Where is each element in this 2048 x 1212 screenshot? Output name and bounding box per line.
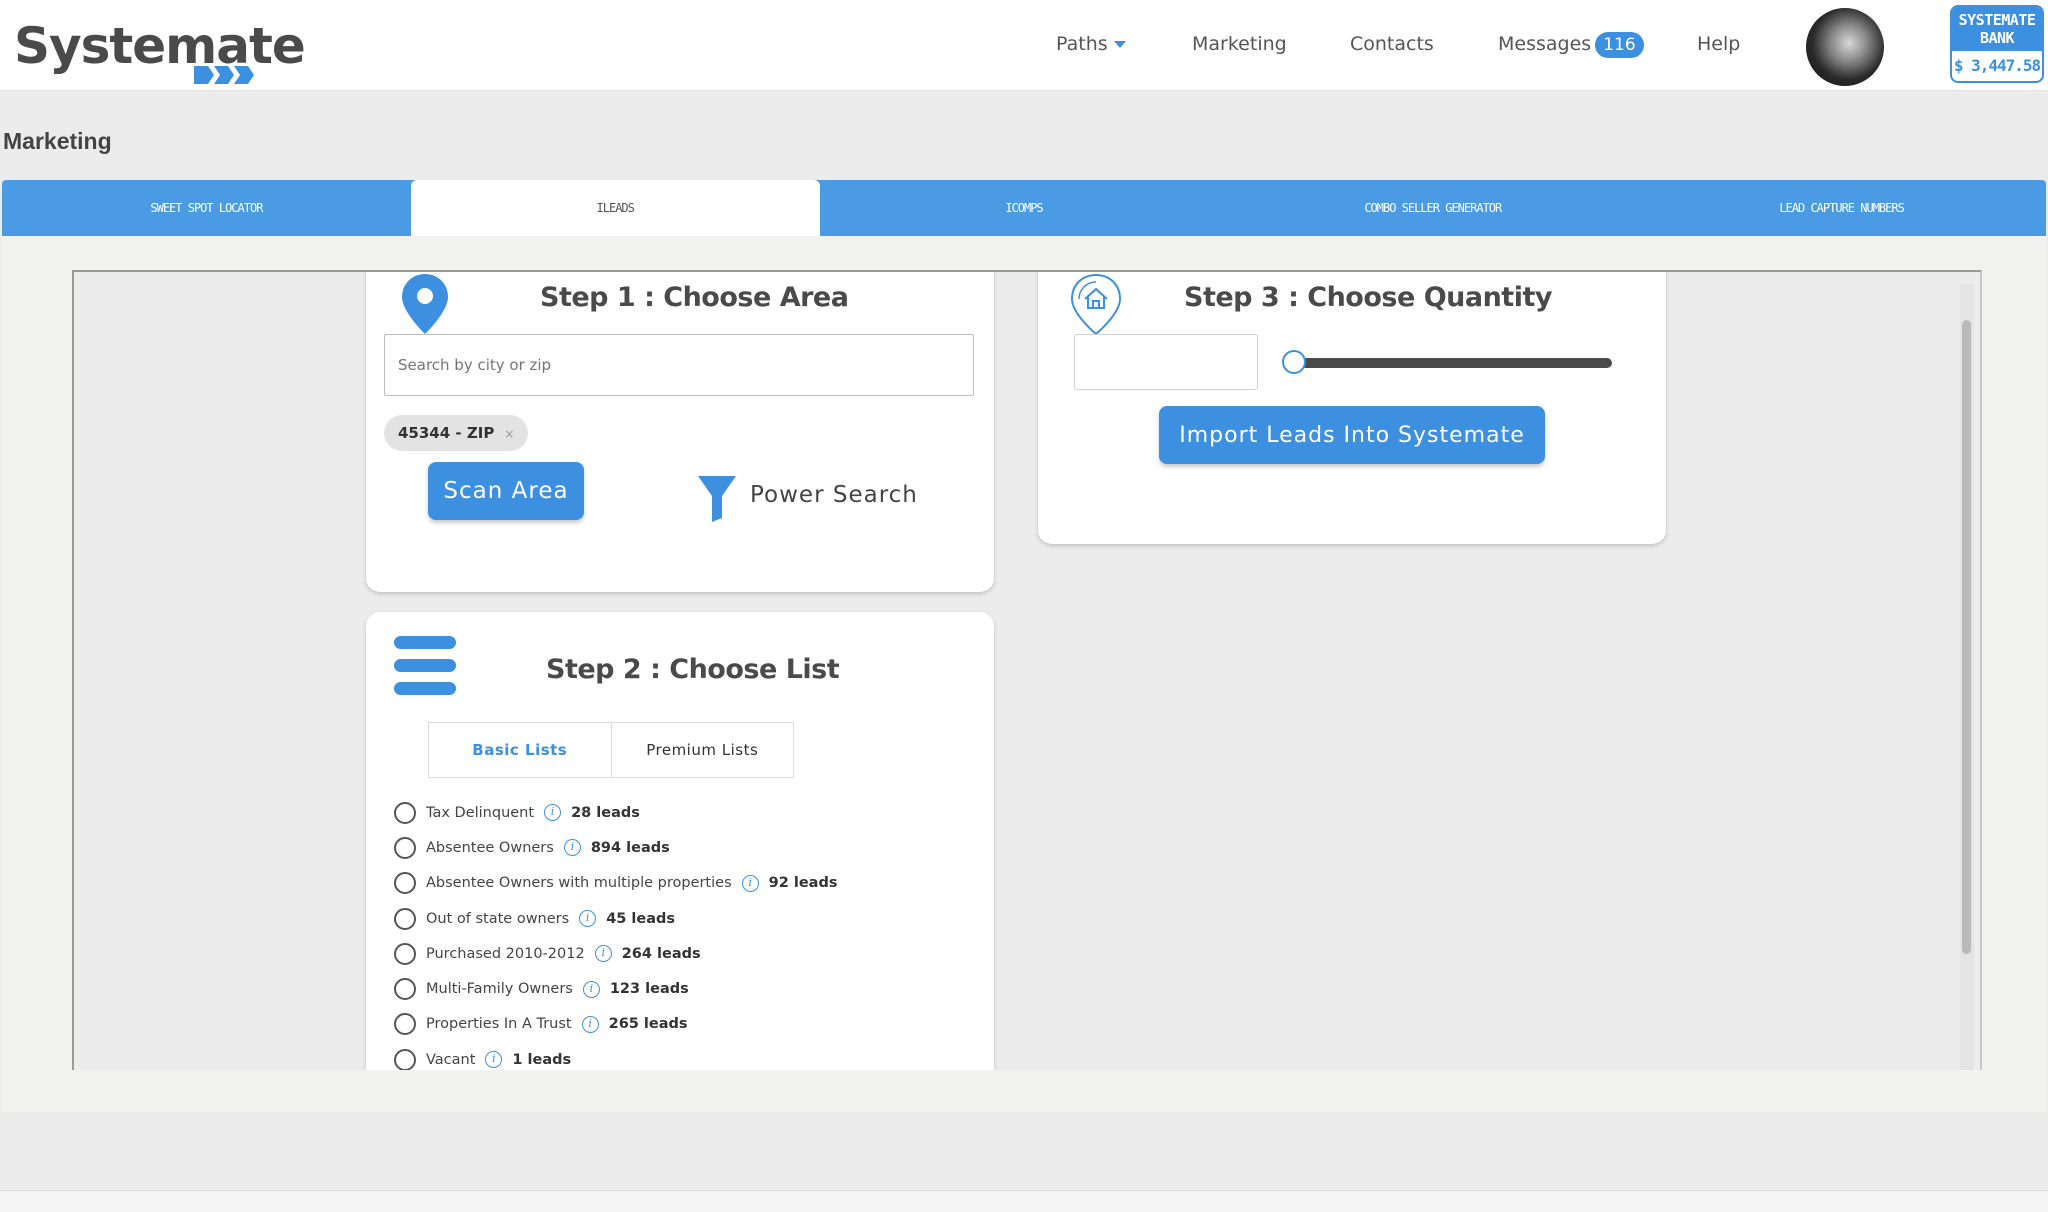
list-name: Tax Delinquent [426,804,535,821]
list-icon [394,636,456,695]
step2-card: Step 2 : Choose List Basic Lists Premium… [366,612,994,1070]
slider-track [1290,358,1612,368]
tab-premium-lists[interactable]: Premium Lists [612,723,794,777]
lead-count: 264 leads [621,945,701,962]
ileads-frame: Step 1 : Choose Area 45344 - ZIP × Scan A… [72,270,1982,1070]
list-type-tabs: Basic Lists Premium Lists [428,722,794,778]
nav-contacts[interactable]: Contacts [1350,30,1434,58]
radio-button[interactable] [394,801,416,824]
list-name: Properties In A Trust [426,1016,572,1033]
frame-scrollbar-thumb[interactable] [1962,320,1971,954]
info-icon[interactable]: i [485,1051,503,1069]
lead-count: 45 leads [606,910,676,927]
messages-count-badge: 116 [1595,31,1644,58]
tab-ileads[interactable]: iLeads [410,180,820,236]
step1-title: Step 1 : Choose Area [540,282,849,313]
user-avatar[interactable] [1806,8,1884,86]
quantity-input[interactable] [1074,334,1258,390]
lead-count: 1 leads [512,1051,572,1068]
marketing-tabs: Sweet Spot Locator iLeads iComps Combo S… [2,180,2046,236]
step1-card: Step 1 : Choose Area 45344 - ZIP × Scan A… [366,272,994,592]
lead-count: 894 leads [590,839,670,856]
info-icon[interactable]: i [594,945,612,963]
list-name: Out of state owners [426,910,570,927]
systemate-bank-widget[interactable]: SYSTEMATE BANK $ 3,447.58 [1950,5,2044,83]
tab-basic-lists[interactable]: Basic Lists [429,723,612,777]
radio-button[interactable] [394,907,416,930]
radio-button[interactable] [394,872,416,895]
info-icon[interactable]: i [582,980,600,998]
step3-card: Step 3 : Choose Quantity Import Leads In… [1038,272,1666,544]
radio-button[interactable] [394,942,416,965]
lead-list: Tax Delinquent i 28 leads Absentee Owners i… [394,795,974,1070]
zip-chip: 45344 - ZIP × [384,415,529,451]
systemate-logo[interactable]: Systemate [14,14,306,84]
house-pin-icon [1070,273,1122,336]
caret-down-icon [1113,41,1126,48]
list-item[interactable]: Purchased 2010-2012 i 264 leads [394,936,974,971]
step2-title: Step 2 : Choose List [546,654,840,685]
radio-button[interactable] [394,978,416,1001]
list-item[interactable]: Properties In A Trust i 265 leads [394,1007,974,1042]
info-icon[interactable]: i [581,1015,599,1033]
list-item[interactable]: Absentee Owners with multiple properties… [394,866,974,901]
page-footer [0,1190,2048,1212]
info-icon[interactable]: i [544,804,562,822]
list-name: Absentee Owners with multiple properties [426,875,732,892]
nav-paths-label: Paths [1056,33,1108,55]
lead-count: 123 leads [609,981,689,998]
top-header: Systemate Paths Marketing Contacts Messa… [0,0,2048,91]
radio-button[interactable] [394,1048,416,1070]
radio-button[interactable] [394,836,416,859]
slider-thumb[interactable] [1282,350,1306,374]
lead-count: 265 leads [608,1016,688,1033]
page-title: Marketing [3,128,112,154]
nav-messages-label: Messages [1498,33,1592,55]
logo-text: Systemate [14,17,306,75]
power-search-label: Power Search [750,482,918,508]
tab-sweet-spot-locator[interactable]: Sweet Spot Locator [2,180,411,236]
list-name: Absentee Owners [426,839,554,856]
list-name: Multi-Family Owners [426,981,573,998]
step3-title: Step 3 : Choose Quantity [1184,282,1552,313]
tab-content: Step 1 : Choose Area 45344 - ZIP × Scan A… [2,236,2046,1112]
nav-marketing[interactable]: Marketing [1192,30,1287,58]
quantity-slider[interactable] [1282,350,1614,374]
scan-area-button[interactable]: Scan Area [428,462,584,520]
map-pin-icon [402,274,448,334]
info-icon[interactable]: i [563,839,581,857]
lead-count: 92 leads [768,875,838,892]
city-zip-search-input[interactable] [384,334,974,396]
bank-title-line1: SYSTEMATE [1958,11,2036,29]
lead-count: 28 leads [571,804,640,821]
bank-title: SYSTEMATE BANK [1952,7,2042,51]
radio-button[interactable] [394,1013,416,1036]
bank-balance: $ 3,447.58 [1953,56,2041,75]
list-item[interactable]: Vacant i 1 leads [394,1042,974,1070]
info-icon[interactable]: i [579,910,597,928]
list-item[interactable]: Multi-Family Owners i 123 leads [394,971,974,1006]
nav-help[interactable]: Help [1697,30,1740,58]
info-icon[interactable]: i [741,874,759,892]
bank-title-line2: BANK [1979,29,2015,47]
nav-messages[interactable]: Messages 116 [1498,30,1644,58]
chip-remove-icon[interactable]: × [504,427,514,441]
import-leads-button[interactable]: Import Leads Into Systemate [1159,406,1545,464]
tab-combo-seller-generator[interactable]: Combo Seller Generator [1228,180,1637,236]
list-name: Purchased 2010-2012 [426,945,585,962]
list-item[interactable]: Absentee Owners i 894 leads [394,830,974,865]
list-item[interactable]: Tax Delinquent i 28 leads [394,795,974,830]
funnel-icon [698,476,736,522]
zip-chip-label: 45344 - ZIP [398,424,495,442]
list-name: Vacant [426,1051,476,1068]
nav-paths[interactable]: Paths [1056,30,1126,58]
logo-arrows-icon [194,66,254,84]
tab-icomps[interactable]: iComps [820,180,1229,236]
tab-lead-capture-numbers[interactable]: Lead Capture Numbers [1637,180,2046,236]
list-item[interactable]: Out of state owners i 45 leads [394,901,974,936]
